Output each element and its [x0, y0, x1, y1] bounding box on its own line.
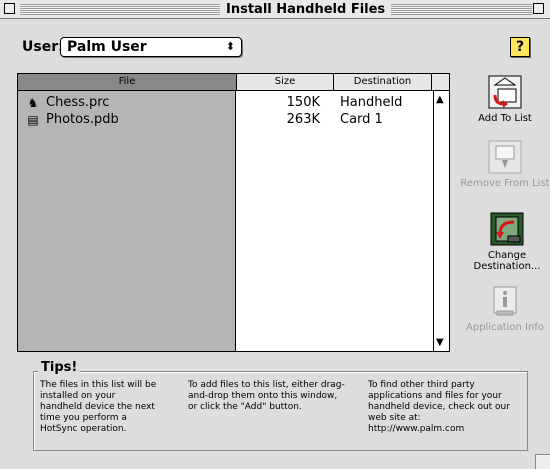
remove-from-list-button[interactable]: Remove From List — [457, 140, 550, 189]
add-to-list-button[interactable]: Add To List — [457, 75, 550, 124]
user-select[interactable]: Palm User ⬍ — [60, 37, 242, 57]
column-header-size[interactable]: Size — [237, 74, 334, 91]
table-row[interactable]: ♞ Chess.prc 150K Handheld — [18, 95, 417, 111]
change-destination-label: Change Destination... — [473, 250, 541, 272]
file-table[interactable]: File Size Destination ♞ Chess.prc 150K H… — [17, 73, 450, 352]
close-box-icon[interactable] — [4, 3, 15, 14]
window-title: Install Handheld Files — [220, 1, 392, 18]
file-column-background — [18, 91, 236, 351]
add-to-list-label: Add To List — [478, 113, 532, 124]
column-header-destination[interactable]: Destination — [334, 74, 432, 91]
tips-title: Tips! — [38, 360, 81, 375]
application-info-label: Application Info — [466, 322, 544, 333]
scroll-up-arrow-icon[interactable]: ▲ — [436, 94, 444, 106]
zoom-box-icon[interactable] — [533, 3, 544, 14]
scroll-down-arrow-icon[interactable]: ▼ — [436, 337, 444, 349]
user-select-value: Palm User — [67, 39, 147, 55]
application-info-button[interactable]: Application Info — [457, 284, 550, 333]
change-destination-icon — [490, 212, 524, 246]
chess-app-icon: ♞ — [27, 96, 39, 110]
change-destination-button[interactable]: Change Destination... — [457, 212, 550, 272]
remove-from-list-icon — [488, 140, 522, 174]
user-label: User: — [22, 39, 64, 55]
tip-text-3: To find other third party applications a… — [368, 380, 510, 434]
resize-handle-icon[interactable] — [535, 454, 550, 469]
vertical-scrollbar[interactable]: ▲ ▼ — [433, 91, 449, 351]
add-to-list-icon — [488, 75, 522, 109]
file-destination: Handheld — [340, 95, 403, 110]
title-bar[interactable]: Install Handheld Files — [0, 0, 550, 19]
tip-text-2: To add files to this list, either drag-a… — [188, 380, 345, 412]
tip-text-1: The files in this list will be installed… — [40, 380, 157, 434]
column-header-file[interactable]: File — [18, 74, 237, 91]
help-button[interactable]: ? — [510, 37, 530, 57]
application-info-icon — [488, 284, 522, 318]
file-name: Chess.prc — [46, 95, 110, 110]
file-destination: Card 1 — [340, 112, 383, 127]
table-row[interactable]: ▤ Photos.pdb 263K Card 1 — [18, 112, 417, 128]
database-file-icon: ▤ — [27, 113, 39, 127]
column-header-corner — [432, 74, 449, 91]
popup-arrows-icon: ⬍ — [225, 40, 235, 53]
remove-from-list-label: Remove From List — [460, 178, 550, 189]
file-size: 263K — [286, 112, 320, 127]
file-name: Photos.pdb — [46, 112, 119, 127]
file-size: 150K — [286, 95, 320, 110]
